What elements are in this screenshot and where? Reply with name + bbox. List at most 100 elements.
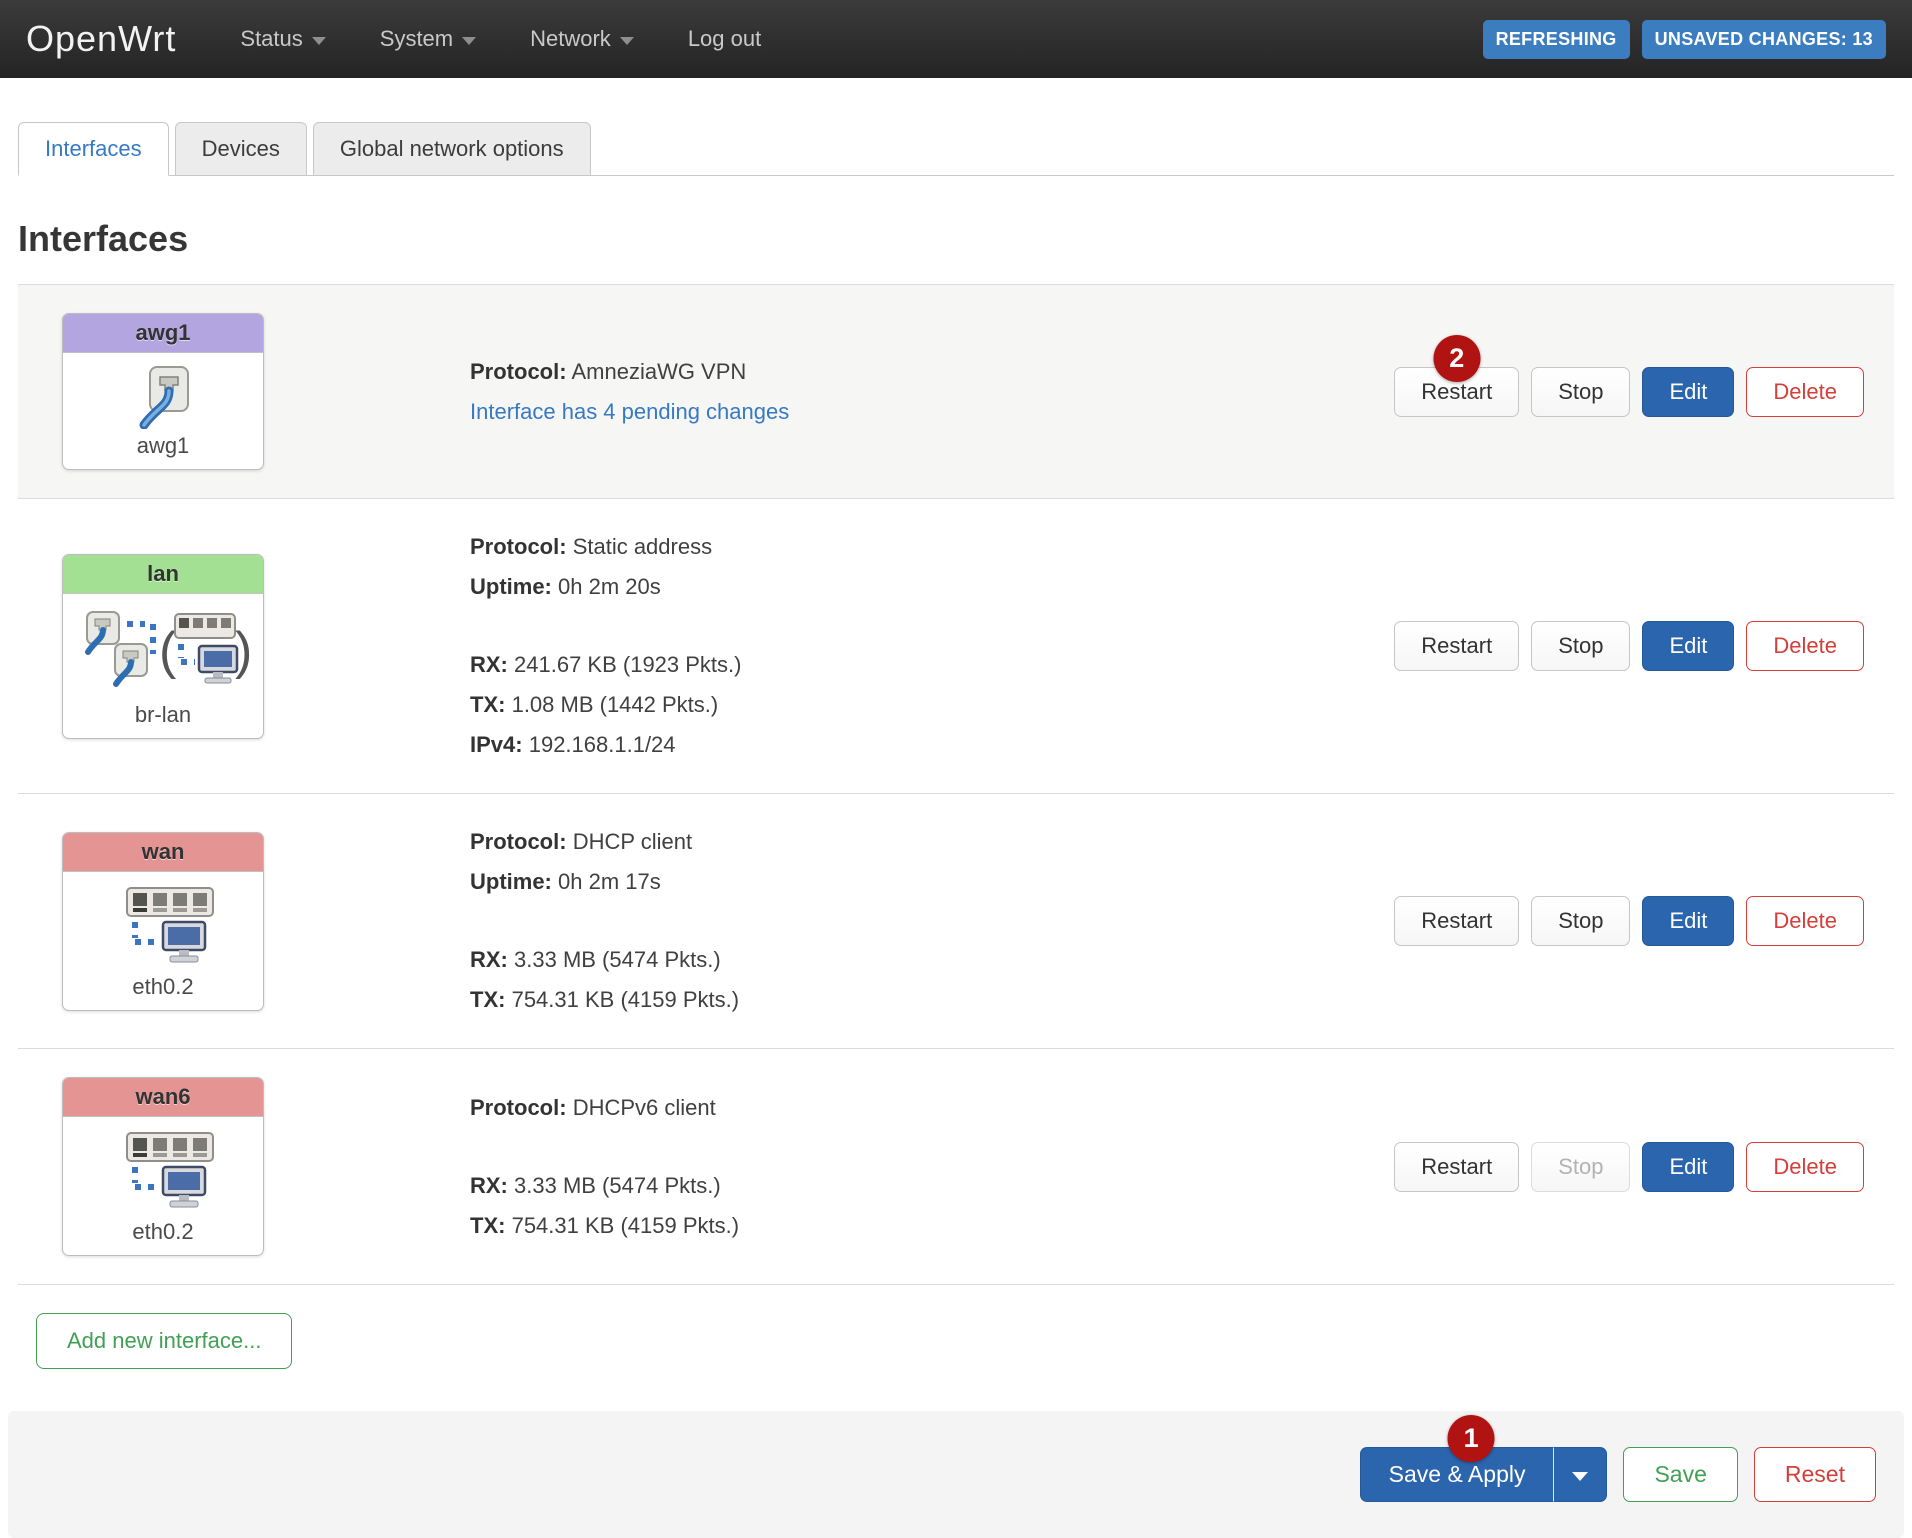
top-navbar: OpenWrt Status System Network Log out RE… — [0, 0, 1912, 78]
protocol-label: Protocol: — [470, 829, 567, 854]
tx-label: TX: — [470, 1213, 505, 1238]
reset-button[interactable]: Reset — [1754, 1447, 1876, 1502]
delete-button-awg1[interactable]: Delete — [1746, 367, 1864, 417]
save-button[interactable]: Save — [1623, 1447, 1737, 1502]
nav-menu-network-label: Network — [530, 26, 611, 52]
rx-value: 241.67 KB (1923 Pkts.) — [514, 652, 741, 677]
tx-line: TX: 754.31 KB (4159 Pkts.) — [470, 980, 1394, 1020]
interface-device-lan: br-lan — [67, 702, 259, 728]
uptime-label: Uptime: — [470, 574, 552, 599]
pending-changes-link[interactable]: Interface has 4 pending changes — [470, 399, 789, 424]
delete-button-wan6[interactable]: Delete — [1746, 1142, 1864, 1192]
switch-icon — [107, 1129, 219, 1215]
delete-button-lan[interactable]: Delete — [1746, 621, 1864, 671]
rx-value: 3.33 MB (5474 Pkts.) — [514, 1173, 721, 1198]
computer-icon — [163, 1167, 205, 1207]
edit-button-wan6[interactable]: Edit — [1642, 1142, 1734, 1192]
rx-line: RX: 241.67 KB (1923 Pkts.) — [470, 645, 1394, 685]
interface-row-awg1: awg1 awg1 Protocol: AmneziaWG VPN Interf… — [18, 285, 1894, 499]
save-apply-dropdown-button[interactable] — [1553, 1447, 1607, 1502]
tx-label: TX: — [470, 692, 505, 717]
delete-button-wan[interactable]: Delete — [1746, 896, 1864, 946]
bridge-icon: ( — [75, 606, 251, 698]
edit-button-awg1[interactable]: Edit — [1642, 367, 1734, 417]
uptime-value: 0h 2m 20s — [558, 574, 661, 599]
rx-value: 3.33 MB (5474 Pkts.) — [514, 947, 721, 972]
unsaved-changes-indicator[interactable]: UNSAVED CHANGES: 13 — [1642, 20, 1886, 59]
rx-label: RX: — [470, 947, 508, 972]
interface-row-lan: lan — [18, 499, 1894, 794]
interface-row-wan: wan — [18, 794, 1894, 1049]
restart-button-lan[interactable]: Restart — [1394, 621, 1519, 671]
interface-name-awg1: awg1 — [63, 314, 263, 353]
interfaces-table: awg1 awg1 Protocol: AmneziaWG VPN Interf… — [18, 284, 1894, 1285]
tx-value: 1.08 MB (1442 Pkts.) — [512, 692, 719, 717]
ipv4-line: IPv4: 192.168.1.1/24 — [470, 725, 1394, 765]
interface-card-wan6: wan6 — [62, 1077, 264, 1256]
footer-action-bar: 1 Save & Apply Save Reset — [8, 1411, 1904, 1538]
nav-menu-status[interactable]: Status — [240, 26, 325, 52]
protocol-value: Static address — [573, 534, 712, 559]
protocol-value: DHCPv6 client — [573, 1095, 716, 1120]
rx-label: RX: — [470, 1173, 508, 1198]
ipv4-value: 192.168.1.1/24 — [529, 732, 676, 757]
protocol-line: Protocol: DHCP client — [470, 822, 1394, 862]
network-tabs: Interfaces Devices Global network option… — [18, 122, 1894, 176]
interface-device-wan6: eth0.2 — [67, 1219, 259, 1245]
tutorial-step-badge-1: 1 — [1448, 1415, 1495, 1462]
rx-line: RX: 3.33 MB (5474 Pkts.) — [470, 1166, 1394, 1206]
tunnel-icon — [135, 365, 191, 429]
nav-logout-label: Log out — [688, 26, 761, 52]
save-apply-split-button: 1 Save & Apply — [1360, 1447, 1608, 1502]
rx-line: RX: 3.33 MB (5474 Pkts.) — [470, 940, 1394, 980]
nav-menu-system-label: System — [380, 26, 453, 52]
uptime-label: Uptime: — [470, 869, 552, 894]
stop-button-wan6: Stop — [1531, 1142, 1630, 1192]
tx-label: TX: — [470, 987, 505, 1012]
protocol-line: Protocol: DHCPv6 client — [470, 1088, 1394, 1128]
tab-global-network-options[interactable]: Global network options — [313, 122, 591, 176]
nav-menu-network[interactable]: Network — [530, 26, 634, 52]
interface-card-wan: wan — [62, 832, 264, 1011]
svg-text:): ) — [235, 622, 251, 680]
chevron-down-icon — [620, 37, 634, 45]
interface-device-wan: eth0.2 — [67, 974, 259, 1000]
edit-button-wan[interactable]: Edit — [1642, 896, 1734, 946]
chevron-down-icon — [312, 37, 326, 45]
restart-button-wan6[interactable]: Restart — [1394, 1142, 1519, 1192]
nav-menu-system[interactable]: System — [380, 26, 476, 52]
protocol-label: Protocol: — [470, 1095, 567, 1120]
refreshing-indicator[interactable]: REFRESHING — [1483, 20, 1630, 59]
rx-label: RX: — [470, 652, 508, 677]
interface-name-lan: lan — [63, 555, 263, 594]
nav-logout[interactable]: Log out — [688, 26, 761, 52]
interface-card-awg1: awg1 awg1 — [62, 313, 264, 470]
protocol-label: Protocol: — [470, 359, 567, 384]
restart-button-wan[interactable]: Restart — [1394, 896, 1519, 946]
tx-line: TX: 754.31 KB (4159 Pkts.) — [470, 1206, 1394, 1246]
uptime-value: 0h 2m 17s — [558, 869, 661, 894]
ipv4-label: IPv4: — [470, 732, 523, 757]
protocol-line: Protocol: AmneziaWG VPN — [470, 352, 1394, 392]
tab-interfaces[interactable]: Interfaces — [18, 122, 169, 176]
interface-device-awg1: awg1 — [67, 433, 259, 459]
interface-row-wan6: wan6 — [18, 1049, 1894, 1285]
switch-icon — [107, 884, 219, 970]
computer-icon — [199, 646, 237, 683]
interface-name-wan: wan — [63, 833, 263, 872]
edit-button-lan[interactable]: Edit — [1642, 621, 1734, 671]
tab-devices[interactable]: Devices — [175, 122, 307, 176]
stop-button-lan[interactable]: Stop — [1531, 621, 1630, 671]
chevron-down-icon — [462, 37, 476, 45]
protocol-label: Protocol: — [470, 534, 567, 559]
page-title: Interfaces — [18, 218, 1912, 260]
protocol-value: DHCP client — [573, 829, 692, 854]
add-new-interface-button[interactable]: Add new interface... — [36, 1313, 292, 1369]
openwrt-logo: OpenWrt — [26, 18, 176, 60]
computer-icon — [163, 922, 205, 962]
tx-line: TX: 1.08 MB (1442 Pkts.) — [470, 685, 1394, 725]
tx-value: 754.31 KB (4159 Pkts.) — [512, 987, 739, 1012]
stop-button-awg1[interactable]: Stop — [1531, 367, 1630, 417]
stop-button-wan[interactable]: Stop — [1531, 896, 1630, 946]
interface-name-wan6: wan6 — [63, 1078, 263, 1117]
